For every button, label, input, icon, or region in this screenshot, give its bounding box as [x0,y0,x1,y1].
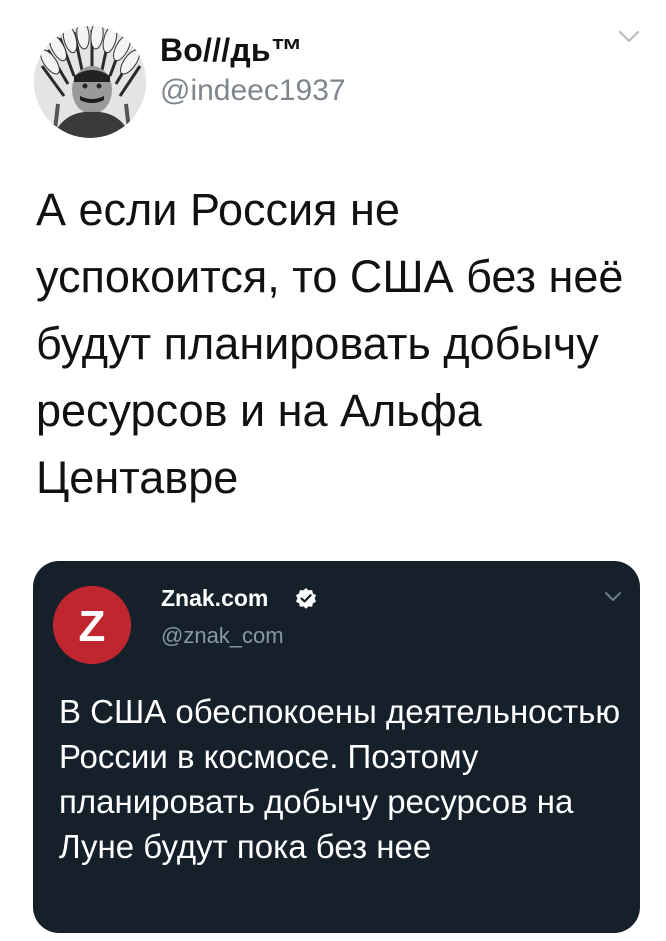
author-name[interactable]: Во///дь™ [160,32,303,69]
avatar-portrait-icon [34,26,146,138]
quoted-author-name[interactable]: Znak.com [161,585,268,612]
tweet-text: А если Россия не успокоится, то США без … [36,184,624,503]
quoted-tweet-text: В США обеспокоены деятельностью России в… [59,693,621,865]
quoted-author-handle[interactable]: @znak_com [161,623,284,649]
quoted-tweet[interactable]: Z Znak.com @znak_com В США обеспокоены д… [33,561,640,933]
author-handle[interactable]: @indeec1937 [160,74,346,108]
znak-logo-icon: Z [53,586,131,664]
znak-avatar[interactable]: Z [53,586,131,664]
author-avatar[interactable] [34,26,146,138]
znak-logo-letter: Z [79,602,106,651]
chevron-down-icon[interactable] [618,30,640,44]
verified-badge-icon [296,588,316,609]
tweet-card: Во///дь™ @indeec1937 А если Россия не ус… [0,0,666,941]
chevron-down-icon[interactable] [604,591,622,603]
